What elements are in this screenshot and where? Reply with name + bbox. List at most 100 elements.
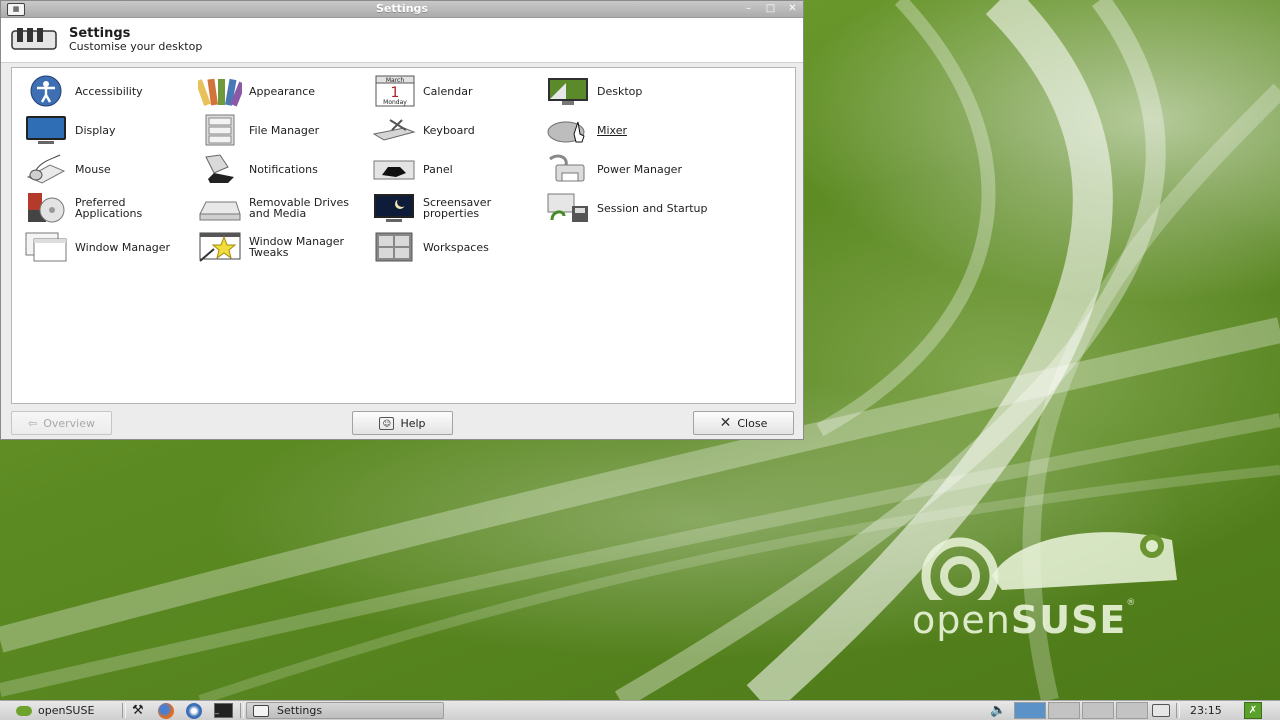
mixer-icon <box>547 121 585 143</box>
settings-item-preferred-applications[interactable]: Preferred Applications <box>18 190 190 226</box>
volume-button[interactable]: 🔈 <box>990 702 1006 719</box>
window-titlebar[interactable]: ▦ Settings – □ ✕ <box>1 1 803 18</box>
minimize-icon[interactable]: – <box>742 3 755 14</box>
panel-icon <box>373 160 415 180</box>
notifications-icon <box>205 154 234 183</box>
preferred-applications-icon <box>28 193 65 223</box>
application-menu-label: openSUSE <box>38 704 95 717</box>
close-button[interactable]: ✕ Close <box>693 411 794 435</box>
network-button[interactable] <box>1152 702 1170 719</box>
settings-item-session-startup[interactable]: Session and Startup <box>540 190 712 226</box>
settings-task-icon <box>253 704 269 717</box>
settings-item-label: Appearance <box>249 84 316 98</box>
taskbar: openSUSE ⚒ _ Settings 🔈 23:15 ✗ <box>0 700 1280 720</box>
settings-item-label: Keyboard <box>423 123 475 137</box>
settings-item-label: Mixer <box>597 123 628 137</box>
settings-item-keyboard[interactable]: Keyboard <box>366 112 538 148</box>
settings-item-power-manager[interactable]: Power Manager <box>540 151 712 187</box>
window-title: Settings <box>376 2 428 15</box>
keyboard-icon <box>372 119 416 141</box>
taskbar-separator <box>122 703 126 718</box>
show-desktop-icon: ✗ <box>1244 702 1262 719</box>
workspaces-icon <box>375 232 413 262</box>
tools-icon: ⚒ <box>132 703 144 718</box>
terminal-icon: _ <box>214 703 233 718</box>
help-icon: ☺ <box>379 416 395 430</box>
settings-item-file-manager[interactable]: File Manager <box>192 112 364 148</box>
settings-item-display[interactable]: Display <box>18 112 190 148</box>
clock[interactable]: 23:15 <box>1190 702 1222 719</box>
svg-text:March: March <box>386 77 404 84</box>
accessibility-icon <box>30 75 62 107</box>
close-icon: ✕ <box>719 415 732 431</box>
workspace-2[interactable] <box>1048 702 1080 719</box>
svg-text:Monday: Monday <box>383 99 407 106</box>
page-subtitle: Customise your desktop <box>69 40 203 53</box>
screensaver-icon <box>374 194 414 222</box>
settings-item-calendar[interactable]: March 1 Monday Calendar <box>366 73 538 109</box>
settings-item-removable-drives[interactable]: Removable Drives and Media <box>192 190 364 226</box>
launcher-mail[interactable] <box>186 702 202 719</box>
taskbar-separator <box>240 703 244 718</box>
back-arrow-icon: ⇦ <box>27 416 38 430</box>
settings-item-label: Power Manager <box>597 162 682 176</box>
help-button[interactable]: ☺ Help <box>352 411 453 435</box>
settings-item-desktop[interactable]: Desktop <box>540 73 712 109</box>
settings-item-label: Window Manager <box>75 240 171 254</box>
launcher-settings[interactable]: ⚒ <box>132 702 144 719</box>
window-close-icon[interactable]: ✕ <box>786 3 799 14</box>
calendar-icon: March 1 Monday <box>375 75 415 107</box>
page-title: Settings <box>69 26 131 41</box>
settings-item-notifications[interactable]: Notifications <box>192 151 364 187</box>
workspace-1[interactable] <box>1014 702 1046 719</box>
settings-item-label: Desktop <box>597 84 643 98</box>
session-startup-icon <box>547 193 588 222</box>
file-manager-icon <box>205 114 235 146</box>
launcher-firefox[interactable] <box>158 702 174 719</box>
help-button-label: Help <box>400 416 426 430</box>
application-menu-button[interactable]: openSUSE <box>16 702 94 719</box>
settings-item-label: Notifications <box>249 162 318 176</box>
overview-button[interactable]: ⇦ Overview <box>11 411 112 435</box>
settings-item-accessibility[interactable]: Accessibility <box>18 73 190 109</box>
settings-grid: Accessibility Appearance March 1 Monday … <box>11 67 796 404</box>
settings-item-panel[interactable]: Panel <box>366 151 538 187</box>
settings-item-mouse[interactable]: Mouse <box>18 151 190 187</box>
window-manager-tweaks-icon <box>199 232 241 262</box>
task-button-settings[interactable]: Settings <box>246 702 444 719</box>
settings-item-label: Screensaver properties <box>423 196 492 220</box>
settings-item-label: Display <box>75 123 116 137</box>
settings-item-label: Mouse <box>75 162 111 176</box>
taskbar-separator <box>1176 703 1180 718</box>
volume-icon: 🔈 <box>990 703 1007 718</box>
maximize-icon[interactable]: □ <box>764 3 777 14</box>
settings-item-label: File Manager <box>249 123 320 137</box>
settings-item-window-manager[interactable]: Window Manager <box>18 229 190 265</box>
opensuse-menu-icon <box>16 705 32 716</box>
close-button-label: Close <box>737 416 768 430</box>
settings-item-label: Panel <box>423 162 453 176</box>
window-manager-icon <box>25 232 67 262</box>
workspace-3[interactable] <box>1082 702 1114 719</box>
settings-item-label: Removable Drives and Media <box>249 196 349 220</box>
launcher-terminal[interactable]: _ <box>214 702 233 719</box>
network-icon <box>1152 704 1170 717</box>
settings-window: ▦ Settings – □ ✕ Settings Customise your… <box>0 0 804 440</box>
task-button-label: Settings <box>277 704 323 717</box>
settings-header: Settings Customise your desktop <box>1 18 803 63</box>
settings-item-appearance[interactable]: Appearance <box>192 73 364 109</box>
settings-item-label: Window Manager Tweaks <box>249 235 345 259</box>
mail-client-icon <box>186 702 202 719</box>
show-desktop-button[interactable]: ✗ <box>1244 702 1262 719</box>
mouse-icon <box>26 154 66 184</box>
settings-item-label: Session and Startup <box>597 201 708 215</box>
settings-item-workspaces[interactable]: Workspaces <box>366 229 538 265</box>
firefox-icon <box>158 702 174 719</box>
workspace-4[interactable] <box>1116 702 1148 719</box>
settings-item-window-manager-tweaks[interactable]: Window Manager Tweaks <box>192 229 364 265</box>
settings-item-label: Workspaces <box>423 240 489 254</box>
settings-item-mixer[interactable]: Mixer <box>540 112 712 148</box>
settings-icon <box>11 28 57 50</box>
opensuse-logo: openSUSE® <box>912 520 1192 650</box>
settings-item-screensaver[interactable]: Screensaver properties <box>366 190 538 226</box>
